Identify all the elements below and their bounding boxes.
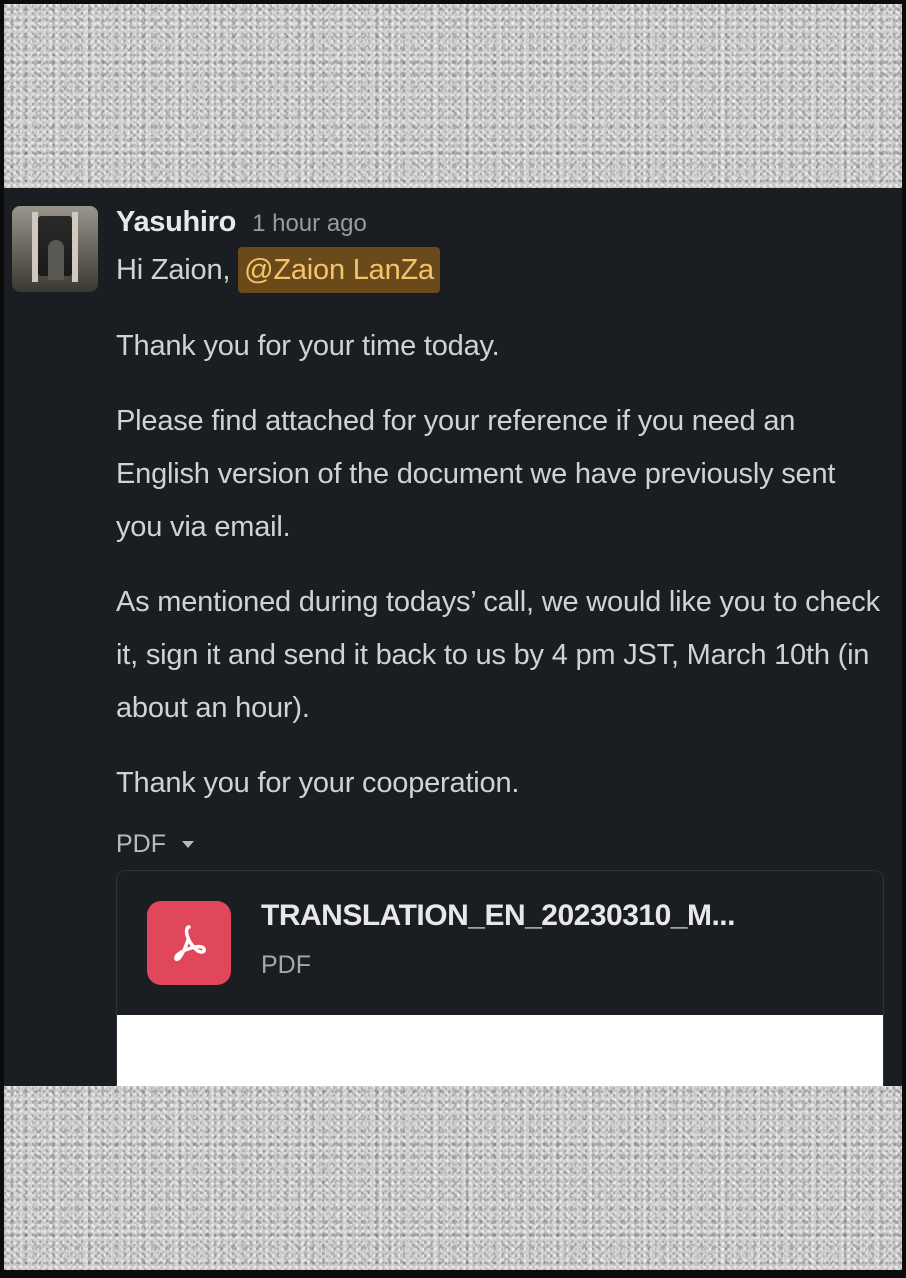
message-content: Yasuhiro 1 hour ago Hi Zaion, @Zaion Lan…	[116, 206, 886, 864]
message-paragraph: Please find attached for your reference …	[116, 405, 836, 543]
message-paragraph: As mentioned during todays’ call, we wou…	[116, 586, 880, 724]
background-texture-bottom	[4, 1086, 902, 1270]
message-paragraph: Thank you for your cooperation.	[116, 767, 520, 799]
message-greeting: Hi Zaion, @Zaion LanZa	[116, 246, 886, 294]
file-preview[interactable]	[117, 1015, 883, 1086]
acrobat-glyph-icon	[174, 925, 206, 961]
attachment-toggle-label: PDF	[116, 829, 166, 858]
avatar-doorframe-right	[72, 212, 78, 282]
file-type-label: PDF	[261, 951, 311, 979]
screenshot-frame: Yasuhiro 1 hour ago Hi Zaion, @Zaion Lan…	[0, 0, 906, 1278]
avatar-figure	[48, 240, 64, 280]
file-attachment-card[interactable]: TRANSLATION_EN_20230310_M... PDF	[116, 870, 884, 1086]
attachment-collapse-toggle[interactable]: PDF	[116, 824, 886, 864]
message-panel: Yasuhiro 1 hour ago Hi Zaion, @Zaion Lan…	[4, 188, 902, 1086]
message-paragraph: Thank you for your time today.	[116, 330, 500, 362]
background-texture-top	[4, 4, 902, 188]
message-timestamp[interactable]: 1 hour ago	[252, 210, 367, 238]
user-mention[interactable]: @Zaion LanZa	[238, 247, 440, 293]
avatar[interactable]	[12, 206, 98, 292]
file-name[interactable]: TRANSLATION_EN_20230310_M...	[261, 899, 735, 933]
greeting-text: Hi Zaion,	[116, 254, 231, 286]
sender-name[interactable]: Yasuhiro	[116, 206, 236, 239]
pdf-icon	[147, 901, 231, 985]
message-header: Yasuhiro 1 hour ago	[116, 206, 886, 246]
caret-down-icon	[182, 840, 194, 848]
